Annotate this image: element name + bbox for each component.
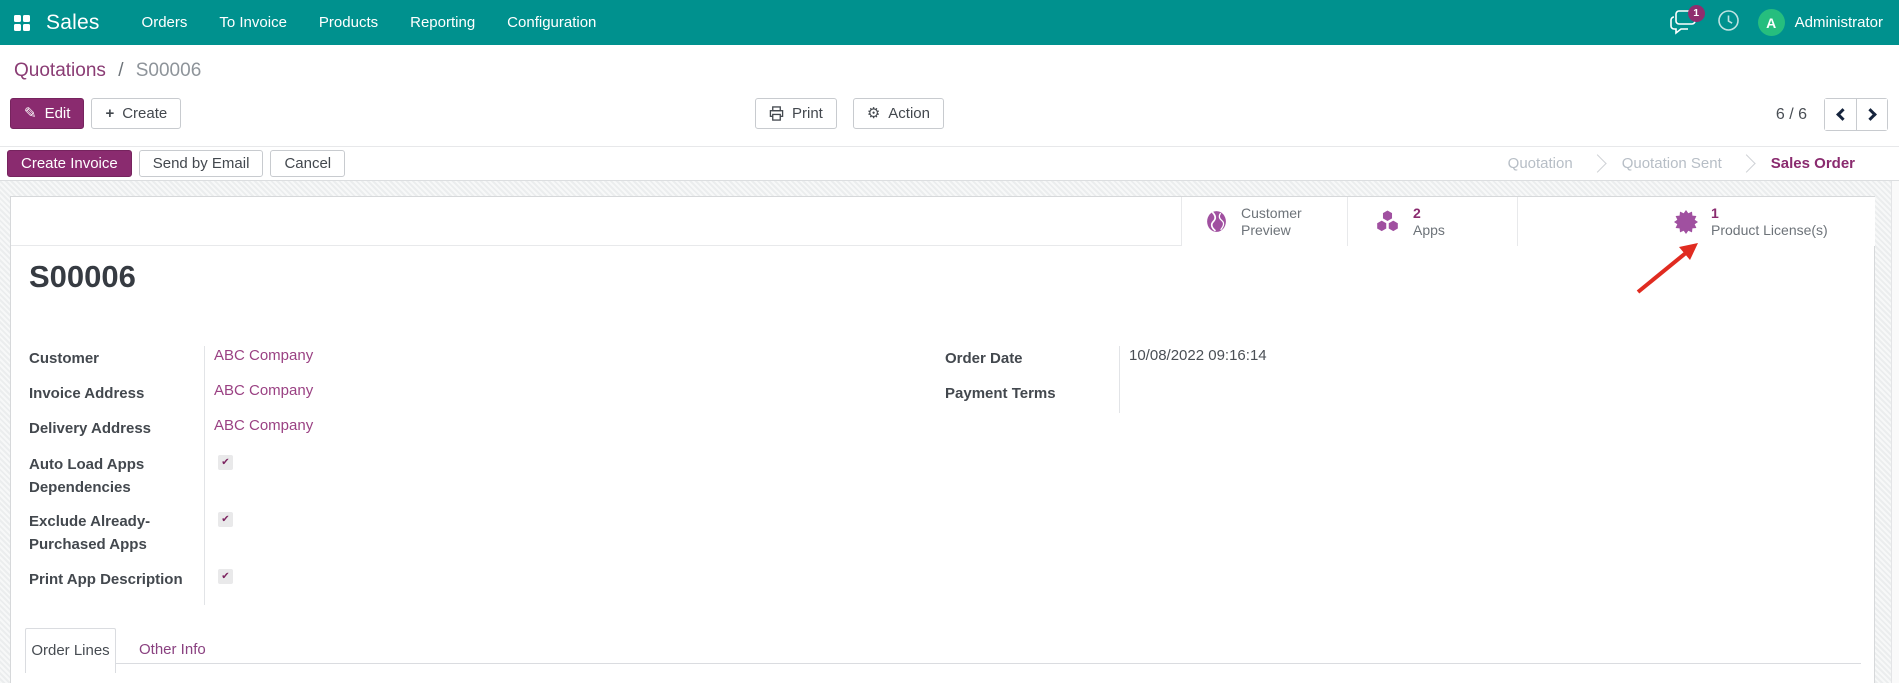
- printer-icon: [769, 106, 784, 121]
- nav-menu-configuration[interactable]: Configuration: [491, 0, 612, 45]
- exclude-already-purchased-apps-label: Exclude Already-Purchased Apps: [29, 510, 184, 556]
- invoice-address-value-link[interactable]: ABC Company: [214, 382, 313, 399]
- globe-icon: [1204, 209, 1229, 234]
- pencil-icon: ✎: [24, 106, 37, 121]
- step-quotation-sent[interactable]: Quotation Sent: [1600, 155, 1744, 172]
- nav-menu-reporting[interactable]: Reporting: [394, 0, 491, 45]
- navbar-right: 1 A Administrator: [1669, 9, 1889, 37]
- tabbar-border: [25, 663, 1861, 664]
- print-button[interactable]: Print: [755, 98, 837, 129]
- payment-terms-label: Payment Terms: [945, 382, 1105, 405]
- step-sales-order[interactable]: Sales Order: [1749, 155, 1877, 172]
- nav-menu-products[interactable]: Products: [303, 0, 394, 45]
- user-menu[interactable]: A Administrator: [1758, 9, 1883, 36]
- tab-other-info[interactable]: Other Info: [125, 628, 220, 663]
- order-title: S00006: [29, 259, 136, 295]
- control-panel: Quotations / S00006 ✎ Edit + Create Prin…: [0, 45, 1899, 146]
- field-group-separator: [1119, 346, 1120, 413]
- form-sheet: Customer Preview 2 Apps: [10, 196, 1875, 683]
- send-by-email-button[interactable]: Send by Email: [139, 150, 264, 177]
- smart-buttons: Customer Preview 2 Apps: [1181, 197, 1875, 246]
- nav-menu-orders[interactable]: Orders: [126, 0, 204, 45]
- print-app-description-label: Print App Description: [29, 568, 204, 591]
- breadcrumb-separator: /: [118, 60, 123, 81]
- pager-count: 6 / 6: [1776, 106, 1807, 124]
- breadcrumb-quotations-link[interactable]: Quotations: [14, 60, 106, 81]
- create-invoice-button[interactable]: Create Invoice: [7, 150, 132, 177]
- tab-order-lines[interactable]: Order Lines: [25, 628, 116, 673]
- app-name[interactable]: Sales: [46, 11, 100, 35]
- apps-smart-button[interactable]: 2 Apps: [1347, 197, 1517, 246]
- odoo-sales-app: Sales Orders To Invoice Products Reporti…: [0, 0, 1899, 683]
- user-name: Administrator: [1795, 14, 1883, 31]
- customer-label: Customer: [29, 347, 189, 370]
- record-buttons: ✎ Edit + Create: [10, 98, 181, 129]
- auto-load-apps-dependencies-label: Auto Load Apps Dependencies: [29, 453, 184, 499]
- step-quotation[interactable]: Quotation: [1486, 155, 1595, 172]
- status-steps: Quotation Quotation Sent Sales Order: [1486, 155, 1899, 172]
- certificate-badge-icon: [1673, 209, 1699, 235]
- delivery-address-label: Delivery Address: [29, 417, 189, 440]
- top-navbar: Sales Orders To Invoice Products Reporti…: [0, 0, 1899, 45]
- cubes-icon: [1374, 208, 1401, 235]
- scrollbar-track[interactable]: [1891, 181, 1899, 683]
- pager: 6 / 6: [1776, 98, 1888, 131]
- auto-load-apps-dependencies-checkbox[interactable]: ✔: [218, 455, 233, 470]
- field-group-separator: [204, 346, 205, 605]
- apps-menu-icon[interactable]: [14, 15, 30, 31]
- plus-icon: +: [105, 106, 114, 121]
- chevron-left-icon: [1836, 108, 1849, 121]
- pager-nav: [1824, 98, 1888, 131]
- nav-menu-to-invoice[interactable]: To Invoice: [203, 0, 303, 45]
- invoice-address-label: Invoice Address: [29, 382, 189, 405]
- create-button[interactable]: + Create: [91, 98, 181, 129]
- cancel-button[interactable]: Cancel: [270, 150, 345, 177]
- action-button[interactable]: ⚙ Action: [853, 98, 944, 129]
- pager-previous-button[interactable]: [1825, 99, 1856, 130]
- breadcrumb-current: S00006: [136, 60, 202, 81]
- statusbar-buttons: Create Invoice Send by Email Cancel: [7, 150, 345, 177]
- breadcrumb: Quotations / S00006: [14, 60, 201, 82]
- user-avatar: A: [1758, 9, 1785, 36]
- messages-icon[interactable]: 1: [1669, 9, 1699, 37]
- customer-preview-smart-button[interactable]: Customer Preview: [1181, 197, 1347, 246]
- product-licenses-smart-button[interactable]: 1 Product License(s): [1517, 197, 1875, 246]
- statusbar: Create Invoice Send by Email Cancel Quot…: [0, 146, 1899, 181]
- activity-clock-icon[interactable]: [1717, 9, 1740, 37]
- edit-button[interactable]: ✎ Edit: [10, 98, 84, 129]
- delivery-address-value-link[interactable]: ABC Company: [214, 417, 313, 434]
- action-buttons: Print ⚙ Action: [755, 98, 944, 129]
- gear-icon: ⚙: [867, 106, 880, 121]
- order-date-label: Order Date: [945, 347, 1105, 370]
- smart-button-box: Customer Preview 2 Apps: [11, 197, 1874, 246]
- chevron-right-icon: [1864, 108, 1877, 121]
- customer-value-link[interactable]: ABC Company: [214, 347, 313, 364]
- exclude-already-purchased-apps-checkbox[interactable]: ✔: [218, 512, 233, 527]
- print-app-description-checkbox[interactable]: ✔: [218, 569, 233, 584]
- messages-badge: 1: [1688, 5, 1705, 22]
- order-date-value: 10/08/2022 09:16:14: [1129, 347, 1267, 364]
- pager-next-button[interactable]: [1856, 99, 1887, 130]
